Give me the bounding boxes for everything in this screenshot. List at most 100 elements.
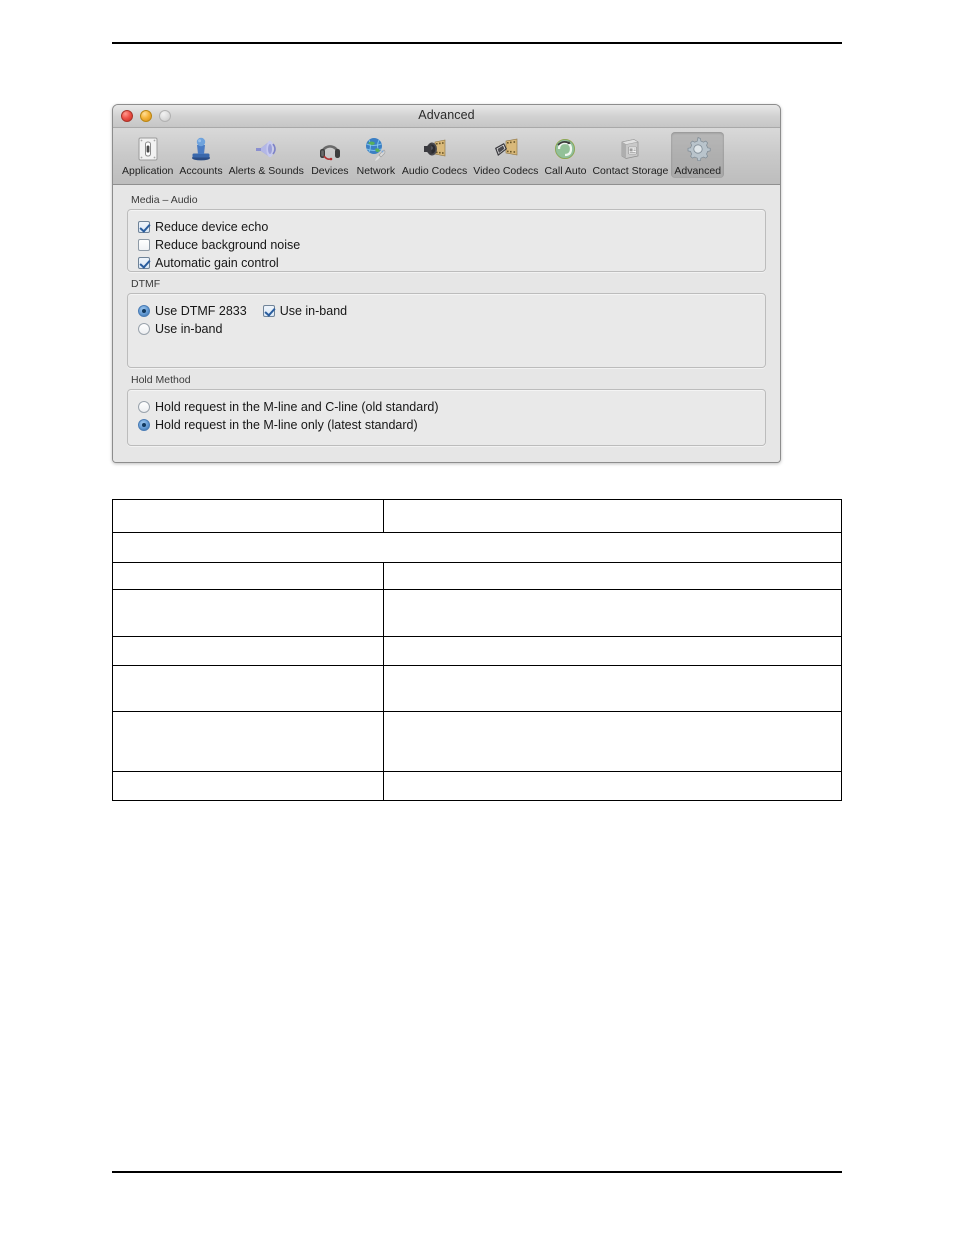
group-box: Hold request in the M-line and C-line (o…: [127, 389, 766, 446]
table-cell: [112, 589, 384, 637]
toolbar-item-label: Video Codecs: [473, 165, 539, 177]
setting-row: Hold request in the M-line only (latest …: [138, 416, 755, 434]
window-titlebar[interactable]: Advanced: [113, 105, 780, 128]
setting-row: Reduce background noise: [138, 236, 755, 254]
checkbox-label: Use in-band: [279, 304, 348, 318]
table-cell: [112, 711, 384, 772]
radio-icon-unselected[interactable]: [138, 401, 150, 413]
radio-hold-mline-only[interactable]: Hold request in the M-line only (latest …: [138, 418, 418, 432]
checkbox-automatic-gain-control[interactable]: Automatic gain control: [138, 256, 279, 270]
group-box: Reduce device echo Reduce background noi…: [127, 209, 766, 272]
toolbar-item-label: Audio Codecs: [401, 165, 468, 177]
table-row: [112, 562, 842, 590]
preferences-toolbar: Application Accounts Alerts & Sounds Dev…: [113, 128, 780, 185]
film-reel-icon: [491, 134, 521, 164]
radio-icon-unselected[interactable]: [138, 323, 150, 335]
table-cell: [383, 665, 842, 712]
table-row: [112, 636, 842, 666]
table-cell: [383, 562, 842, 590]
checkbox-icon-unchecked[interactable]: [138, 239, 150, 251]
advanced-settings-pane: Media – Audio Reduce device echo Reduce …: [113, 185, 780, 462]
table-row: [112, 771, 842, 801]
setting-row: Use DTMF 2833 Use in-band: [138, 302, 755, 320]
window-title: Advanced: [418, 108, 475, 122]
toolbar-item-label: Accounts: [179, 165, 223, 177]
radio-hold-mline-and-cline[interactable]: Hold request in the M-line and C-line (o…: [138, 400, 438, 414]
toolbar-item-application[interactable]: Application: [119, 132, 176, 178]
table-cell-merged: [112, 532, 842, 563]
person-stamp-icon: [186, 134, 216, 164]
checkbox-reduce-device-echo[interactable]: Reduce device echo: [138, 220, 268, 234]
toolbar-item-video-codecs[interactable]: Video Codecs: [470, 132, 541, 178]
table-cell: [112, 636, 384, 666]
radio-icon-selected[interactable]: [138, 419, 150, 431]
radio-label: Hold request in the M-line only (latest …: [155, 418, 418, 432]
checkbox-icon-checked[interactable]: [138, 257, 150, 269]
group-hold-method: Hold Method Hold request in the M-line a…: [127, 374, 766, 446]
preferences-window: Advanced Application Accounts Alerts & S…: [112, 104, 781, 463]
speaker-filmstrip-icon: [420, 134, 450, 164]
gear-icon: [683, 134, 713, 164]
setting-row: Use in-band: [138, 320, 755, 338]
light-switch-icon: [133, 134, 163, 164]
table-body: [112, 499, 842, 801]
toolbar-item-advanced[interactable]: Advanced: [671, 132, 725, 178]
table-cell: [383, 589, 842, 637]
setting-row: Reduce device echo: [138, 218, 755, 236]
document-table: [112, 499, 842, 801]
table-row: [112, 499, 842, 533]
checkbox-reduce-background-noise[interactable]: Reduce background noise: [138, 238, 300, 252]
radio-icon-selected[interactable]: [138, 305, 150, 317]
card-file-icon: [615, 134, 645, 164]
checkbox-icon-checked[interactable]: [262, 305, 275, 317]
group-dtmf: DTMF Use DTMF 2833 Use in-band Use in-ba…: [127, 278, 766, 368]
checkbox-label: Reduce device echo: [155, 220, 269, 234]
table-cell: [383, 771, 842, 801]
group-label: DTMF: [131, 278, 161, 290]
table-row: [112, 711, 842, 772]
toolbar-item-contact-storage[interactable]: Contact Storage: [589, 132, 671, 178]
toolbar-item-accounts[interactable]: Accounts: [176, 132, 225, 178]
table-cell: [112, 499, 384, 533]
group-label: Hold Method: [131, 374, 191, 386]
table-row: [112, 589, 842, 637]
checkbox-use-in-band[interactable]: Use in-band: [262, 304, 348, 318]
table-cell: [112, 771, 384, 801]
radio-label: Use in-band: [155, 322, 223, 336]
page-header-rule: [112, 42, 842, 44]
toolbar-item-label: Devices: [311, 165, 349, 177]
speaker-horn-icon: [251, 134, 281, 164]
setting-row: Hold request in the M-line and C-line (o…: [138, 398, 755, 416]
table-cell: [383, 499, 842, 533]
checkbox-icon-checked[interactable]: [138, 221, 150, 233]
swirl-arrow-icon: [550, 134, 580, 164]
toolbar-item-audio-codecs[interactable]: Audio Codecs: [399, 132, 470, 178]
setting-row: Automatic gain control: [138, 254, 755, 272]
checkbox-label: Reduce background noise: [155, 238, 301, 252]
radio-label: Hold request in the M-line and C-line (o…: [155, 400, 439, 414]
table-cell: [383, 711, 842, 772]
toolbar-item-label: Alerts & Sounds: [228, 165, 304, 177]
group-label: Media – Audio: [131, 194, 198, 206]
table-cell: [112, 665, 384, 712]
checkbox-label: Automatic gain control: [155, 256, 279, 270]
toolbar-item-label: Call Auto: [544, 165, 587, 177]
globe-rocket-icon: [361, 134, 391, 164]
table-cell: [112, 562, 384, 590]
table-row: [112, 665, 842, 712]
group-media-audio: Media – Audio Reduce device echo Reduce …: [127, 194, 766, 272]
toolbar-item-call-auto[interactable]: Call Auto: [541, 132, 589, 178]
radio-use-dtmf-2833[interactable]: Use DTMF 2833: [138, 304, 247, 318]
toolbar-item-label: Advanced: [674, 165, 722, 177]
group-box: Use DTMF 2833 Use in-band Use in-band: [127, 293, 766, 368]
toolbar-item-devices[interactable]: Devices: [307, 132, 353, 178]
toolbar-item-label: Contact Storage: [592, 165, 669, 177]
radio-label: Use DTMF 2833: [155, 304, 247, 318]
toolbar-item-label: Application: [122, 165, 174, 177]
page-footer-rule: [112, 1171, 842, 1173]
toolbar-item-alerts-and-sounds[interactable]: Alerts & Sounds: [226, 132, 307, 178]
table-row: [112, 532, 842, 563]
toolbar-item-label: Network: [356, 165, 396, 177]
radio-use-in-band[interactable]: Use in-band: [138, 322, 222, 336]
toolbar-item-network[interactable]: Network: [353, 132, 399, 178]
